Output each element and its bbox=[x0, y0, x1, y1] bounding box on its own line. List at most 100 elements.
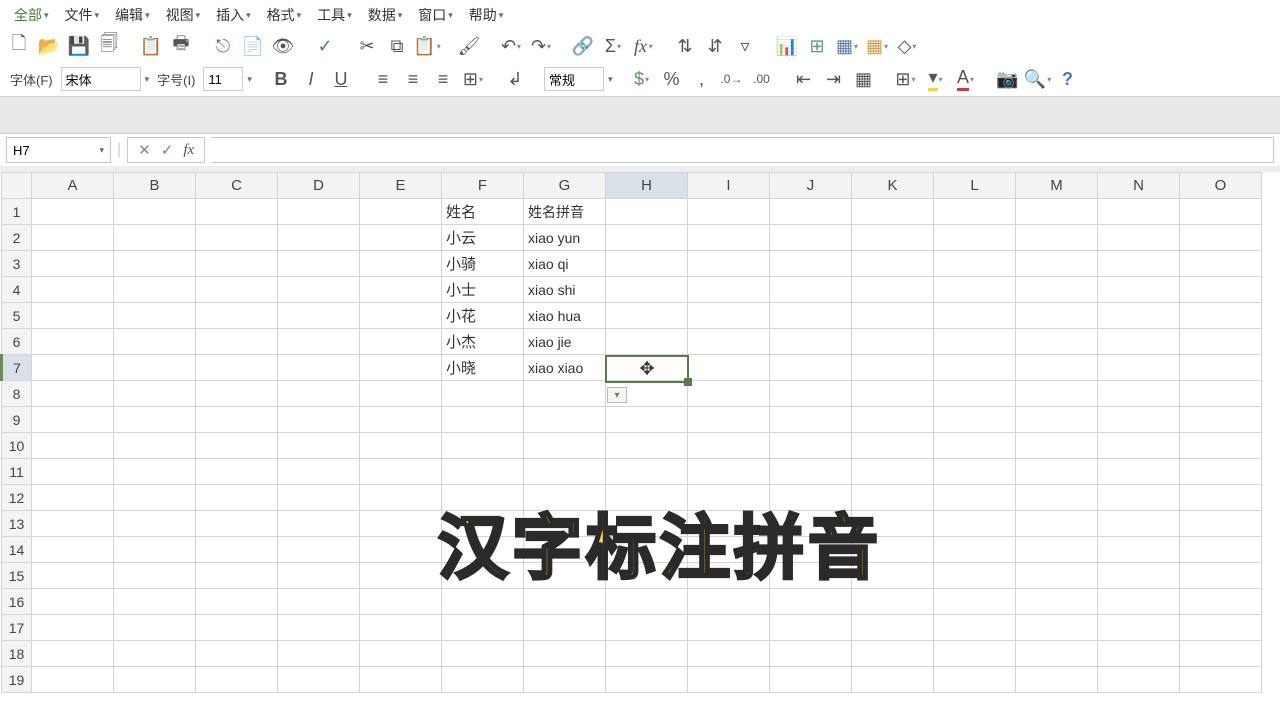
menu-window[interactable]: 窗口▾ bbox=[412, 3, 459, 27]
cell-L11[interactable] bbox=[934, 459, 1016, 485]
cell-B8[interactable] bbox=[114, 381, 196, 407]
cell-C8[interactable] bbox=[196, 381, 278, 407]
cell-N6[interactable] bbox=[1098, 329, 1180, 355]
cell-L17[interactable] bbox=[934, 615, 1016, 641]
print-icon[interactable]: 🖶 bbox=[168, 33, 194, 59]
col-header-E[interactable]: E bbox=[360, 173, 442, 199]
cell-G5[interactable]: xiao hua bbox=[524, 303, 606, 329]
cell-F4[interactable]: 小士 bbox=[442, 277, 524, 303]
cell-F1[interactable]: 姓名 bbox=[442, 199, 524, 225]
col-header-H[interactable]: H bbox=[606, 173, 688, 199]
cell-O1[interactable] bbox=[1180, 199, 1262, 225]
shapes-icon[interactable]: ◇ bbox=[894, 33, 920, 59]
cell-B17[interactable] bbox=[114, 615, 196, 641]
cell-E12[interactable] bbox=[360, 485, 442, 511]
insert-function-icon[interactable]: fx bbox=[183, 142, 194, 159]
cell-D12[interactable] bbox=[278, 485, 360, 511]
cell-I8[interactable] bbox=[688, 381, 770, 407]
cell-E19[interactable] bbox=[360, 667, 442, 693]
cell-N1[interactable] bbox=[1098, 199, 1180, 225]
cell-G11[interactable] bbox=[524, 459, 606, 485]
cell-O13[interactable] bbox=[1180, 511, 1262, 537]
cell-F19[interactable] bbox=[442, 667, 524, 693]
cell-L8[interactable] bbox=[934, 381, 1016, 407]
cell-N4[interactable] bbox=[1098, 277, 1180, 303]
cell-F7[interactable]: 小晓 bbox=[442, 355, 524, 381]
cell-E4[interactable] bbox=[360, 277, 442, 303]
cell-D6[interactable] bbox=[278, 329, 360, 355]
cell-D3[interactable] bbox=[278, 251, 360, 277]
cell-M16[interactable] bbox=[1016, 589, 1098, 615]
cell-O14[interactable] bbox=[1180, 537, 1262, 563]
cell-M19[interactable] bbox=[1016, 667, 1098, 693]
underline-button[interactable]: U bbox=[328, 66, 354, 92]
cell-K19[interactable] bbox=[852, 667, 934, 693]
cell-L2[interactable] bbox=[934, 225, 1016, 251]
cell-H9[interactable] bbox=[606, 407, 688, 433]
cell-D9[interactable] bbox=[278, 407, 360, 433]
cell-N12[interactable] bbox=[1098, 485, 1180, 511]
cell-N19[interactable] bbox=[1098, 667, 1180, 693]
cell-O5[interactable] bbox=[1180, 303, 1262, 329]
cell-C16[interactable] bbox=[196, 589, 278, 615]
cell-N8[interactable] bbox=[1098, 381, 1180, 407]
font-dropdown-icon[interactable]: ▾ bbox=[145, 74, 150, 85]
cell-O6[interactable] bbox=[1180, 329, 1262, 355]
row-header-5[interactable]: 5 bbox=[2, 303, 32, 329]
cell-K10[interactable] bbox=[852, 433, 934, 459]
cell-A2[interactable] bbox=[32, 225, 114, 251]
cell-D8[interactable] bbox=[278, 381, 360, 407]
cell-A13[interactable] bbox=[32, 511, 114, 537]
cell-C1[interactable] bbox=[196, 199, 278, 225]
cell-M12[interactable] bbox=[1016, 485, 1098, 511]
col-header-C[interactable]: C bbox=[196, 173, 278, 199]
cell-K9[interactable] bbox=[852, 407, 934, 433]
save-icon[interactable]: 💾 bbox=[66, 33, 92, 59]
cell-D17[interactable] bbox=[278, 615, 360, 641]
cell-M7[interactable] bbox=[1016, 355, 1098, 381]
cell-C7[interactable] bbox=[196, 355, 278, 381]
row-header-16[interactable]: 16 bbox=[2, 589, 32, 615]
link-icon[interactable]: 🔗 bbox=[570, 33, 596, 59]
cell-M18[interactable] bbox=[1016, 641, 1098, 667]
cell-D19[interactable] bbox=[278, 667, 360, 693]
bg-color-icon[interactable]: ▾ bbox=[922, 66, 948, 92]
cell-L18[interactable] bbox=[934, 641, 1016, 667]
cell-C9[interactable] bbox=[196, 407, 278, 433]
cell-D1[interactable] bbox=[278, 199, 360, 225]
cell-M14[interactable] bbox=[1016, 537, 1098, 563]
cell-K18[interactable] bbox=[852, 641, 934, 667]
cell-C10[interactable] bbox=[196, 433, 278, 459]
font-color-icon[interactable]: A bbox=[952, 66, 978, 92]
cell-C6[interactable] bbox=[196, 329, 278, 355]
cell-L9[interactable] bbox=[934, 407, 1016, 433]
cell-O7[interactable] bbox=[1180, 355, 1262, 381]
cell-L14[interactable] bbox=[934, 537, 1016, 563]
cell-K2[interactable] bbox=[852, 225, 934, 251]
comma-icon[interactable]: , bbox=[688, 66, 714, 92]
align-left-icon[interactable]: ≡ bbox=[370, 66, 396, 92]
cell-O4[interactable] bbox=[1180, 277, 1262, 303]
cell-B15[interactable] bbox=[114, 563, 196, 589]
cell-H3[interactable] bbox=[606, 251, 688, 277]
cell-L4[interactable] bbox=[934, 277, 1016, 303]
cell-B5[interactable] bbox=[114, 303, 196, 329]
cell-H17[interactable] bbox=[606, 615, 688, 641]
cell-I5[interactable] bbox=[688, 303, 770, 329]
cell-N10[interactable] bbox=[1098, 433, 1180, 459]
cell-O18[interactable] bbox=[1180, 641, 1262, 667]
cell-J17[interactable] bbox=[770, 615, 852, 641]
cell-J2[interactable] bbox=[770, 225, 852, 251]
cell-E9[interactable] bbox=[360, 407, 442, 433]
col-header-O[interactable]: O bbox=[1180, 173, 1262, 199]
cell-N13[interactable] bbox=[1098, 511, 1180, 537]
cell-O3[interactable] bbox=[1180, 251, 1262, 277]
insert-image-icon[interactable]: ▦ bbox=[864, 33, 890, 59]
cell-K11[interactable] bbox=[852, 459, 934, 485]
cell-L5[interactable] bbox=[934, 303, 1016, 329]
cell-I10[interactable] bbox=[688, 433, 770, 459]
row-header-8[interactable]: 8 bbox=[2, 381, 32, 407]
cell-K3[interactable] bbox=[852, 251, 934, 277]
currency-icon[interactable]: $ bbox=[628, 66, 654, 92]
cell-E2[interactable] bbox=[360, 225, 442, 251]
